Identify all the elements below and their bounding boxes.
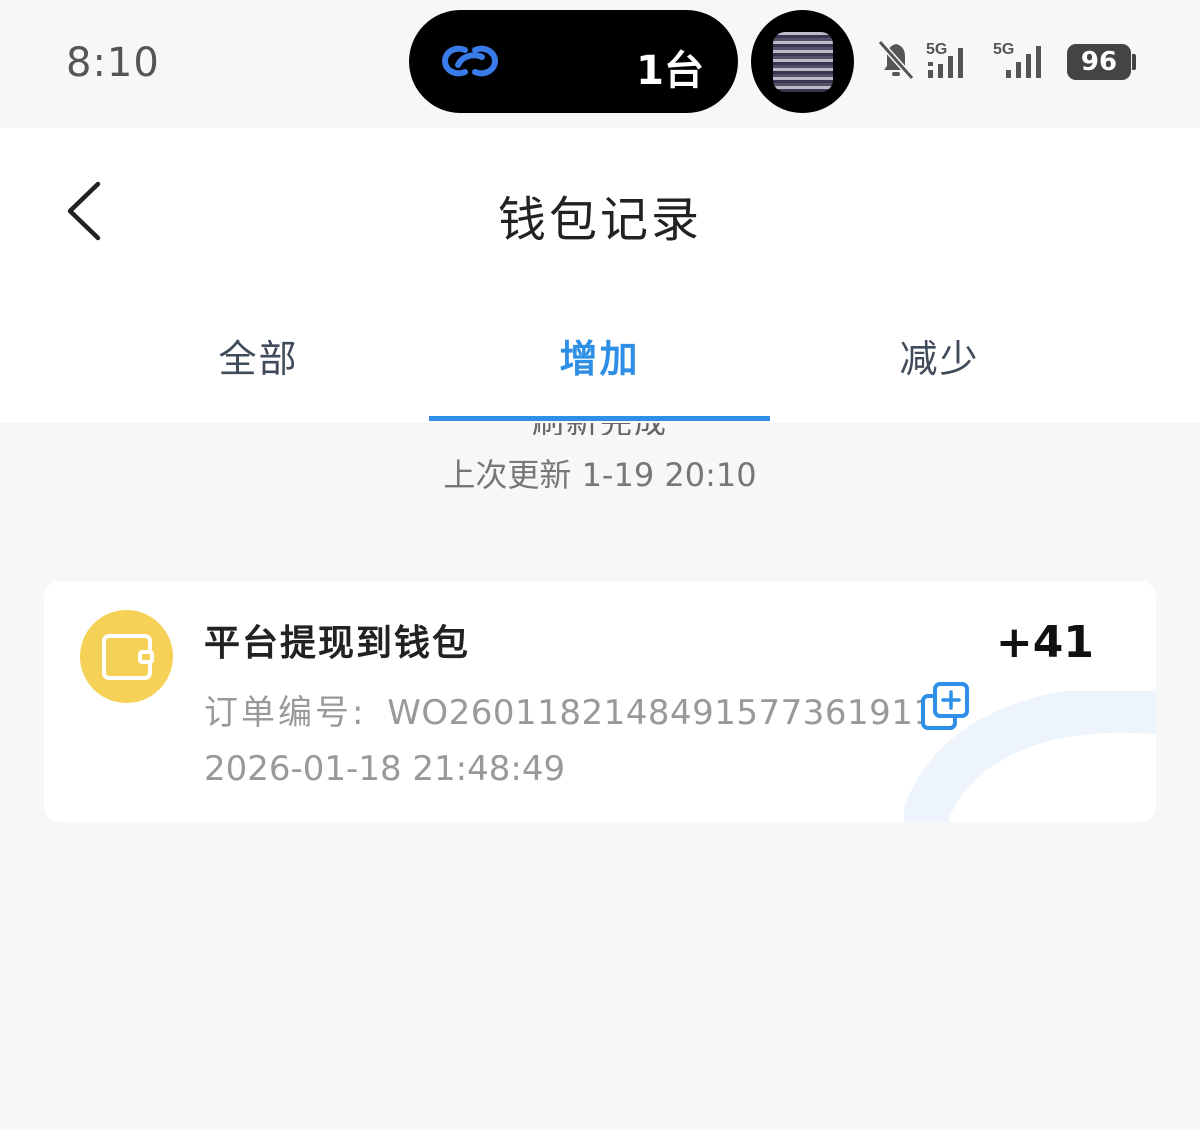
wallet-record-card[interactable]: 平台提现到钱包 订单编号: WO260118214849157736191​1 … bbox=[44, 581, 1156, 822]
system-icons: 5G 5G bbox=[872, 34, 1062, 88]
battery-tip bbox=[1132, 54, 1136, 70]
record-date: 2026-01-18 21:48:49 bbox=[204, 749, 566, 789]
status-time: 8:10 bbox=[66, 40, 160, 86]
island-count: 1台 bbox=[636, 48, 704, 94]
order-label: 订单编号: bbox=[204, 693, 367, 733]
tab-decrease[interactable]: 减少 bbox=[769, 328, 1110, 383]
svg-text:5G: 5G bbox=[926, 41, 947, 58]
status-bar: 8:10 1台 5G 5G 96 bbox=[0, 0, 1200, 128]
refresh-status: 刷新完成 bbox=[0, 423, 1200, 435]
dynamic-island[interactable]: 1台 bbox=[409, 10, 738, 113]
copy-icon bbox=[921, 682, 969, 730]
battery-indicator: 96 bbox=[1067, 44, 1131, 80]
tab-all[interactable]: 全部 bbox=[88, 328, 429, 383]
order-number-row: 订单编号: WO260118214849157736191​1 bbox=[204, 685, 936, 734]
record-amount: +41 bbox=[995, 617, 1094, 668]
tab-active-indicator bbox=[429, 416, 770, 421]
tab-increase[interactable]: 增加 bbox=[429, 328, 770, 383]
avatar-thumbnail bbox=[773, 32, 833, 92]
island-avatar[interactable] bbox=[751, 10, 854, 113]
wallet-icon bbox=[80, 610, 173, 703]
order-number: WO260118214849157736191​1 bbox=[387, 693, 936, 733]
svg-text:5G: 5G bbox=[993, 41, 1014, 58]
copy-button[interactable] bbox=[920, 681, 972, 733]
record-title: 平台提现到钱包 bbox=[204, 623, 471, 664]
bell-muted-icon bbox=[877, 40, 915, 80]
last-update-time: 上次更新 1-19 20:10 bbox=[443, 456, 757, 494]
page-header: 钱包记录 全部 增加 减少 bbox=[0, 128, 1200, 423]
link-icon bbox=[441, 40, 499, 86]
refresh-status-text: 刷新完成 bbox=[0, 423, 1200, 435]
page-title: 钱包记录 bbox=[497, 192, 702, 248]
